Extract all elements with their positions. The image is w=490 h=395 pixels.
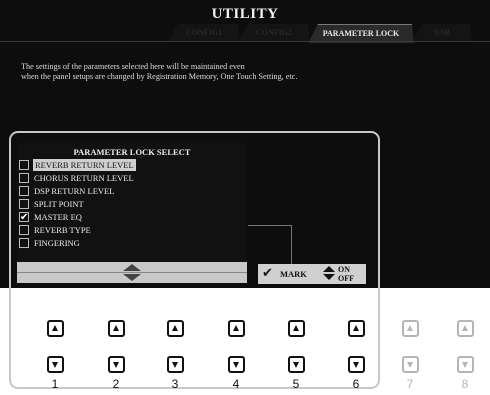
- button-number-label: 8: [461, 377, 469, 391]
- up-arrow-icon: [353, 325, 359, 331]
- button-6-up[interactable]: [348, 320, 365, 337]
- down-arrow-icon: [52, 362, 58, 368]
- button-number-label: 6: [352, 377, 360, 391]
- down-arrow-icon: [172, 362, 178, 368]
- up-arrow-icon: [172, 325, 178, 331]
- button-number-label: 5: [292, 377, 300, 391]
- tab-config1[interactable]: CONFIG1: [168, 24, 240, 42]
- button-8-up[interactable]: [457, 320, 474, 337]
- button-number-label: 3: [171, 377, 179, 391]
- button-number-label: 7: [406, 377, 414, 391]
- button-5-up[interactable]: [288, 320, 305, 337]
- tab-config2[interactable]: CONFIG2: [238, 24, 310, 42]
- button-number-label: 1: [51, 377, 59, 391]
- up-arrow-icon: [293, 325, 299, 331]
- down-arrow-icon: [233, 362, 239, 368]
- button-2-down[interactable]: [108, 356, 125, 373]
- button-8-down[interactable]: [457, 356, 474, 373]
- page-title: UTILITY: [211, 6, 279, 22]
- button-6-down[interactable]: [348, 356, 365, 373]
- button-5-down[interactable]: [288, 356, 305, 373]
- description-text: The settings of the parameters selected …: [21, 62, 297, 82]
- down-arrow-icon: [113, 362, 119, 368]
- down-arrow-icon: [407, 362, 413, 368]
- button-7-up[interactable]: [402, 320, 419, 337]
- button-3-up[interactable]: [167, 320, 184, 337]
- button-1-down[interactable]: [47, 356, 64, 373]
- up-arrow-icon: [462, 325, 468, 331]
- description-line-2: when the panel setups are changed by Reg…: [21, 72, 298, 81]
- button-2-up[interactable]: [108, 320, 125, 337]
- down-arrow-icon: [353, 362, 359, 368]
- button-4-up[interactable]: [228, 320, 245, 337]
- button-4-down[interactable]: [228, 356, 245, 373]
- tab-divider: [0, 41, 490, 42]
- up-arrow-icon: [233, 325, 239, 331]
- up-arrow-icon: [52, 325, 58, 331]
- button-number-label: 2: [112, 377, 120, 391]
- tab-usb[interactable]: USB: [412, 24, 472, 42]
- button-7-down[interactable]: [402, 356, 419, 373]
- active-buttons-frame: [9, 131, 380, 389]
- down-arrow-icon: [293, 362, 299, 368]
- description-line-1: The settings of the parameters selected …: [21, 62, 245, 71]
- button-number-label: 4: [232, 377, 240, 391]
- tab-bar: CONFIG1 CONFIG2 PARAMETER LOCK USB: [0, 24, 490, 42]
- down-arrow-icon: [462, 362, 468, 368]
- up-arrow-icon: [407, 325, 413, 331]
- up-arrow-icon: [113, 325, 119, 331]
- button-1-up[interactable]: [47, 320, 64, 337]
- button-3-down[interactable]: [167, 356, 184, 373]
